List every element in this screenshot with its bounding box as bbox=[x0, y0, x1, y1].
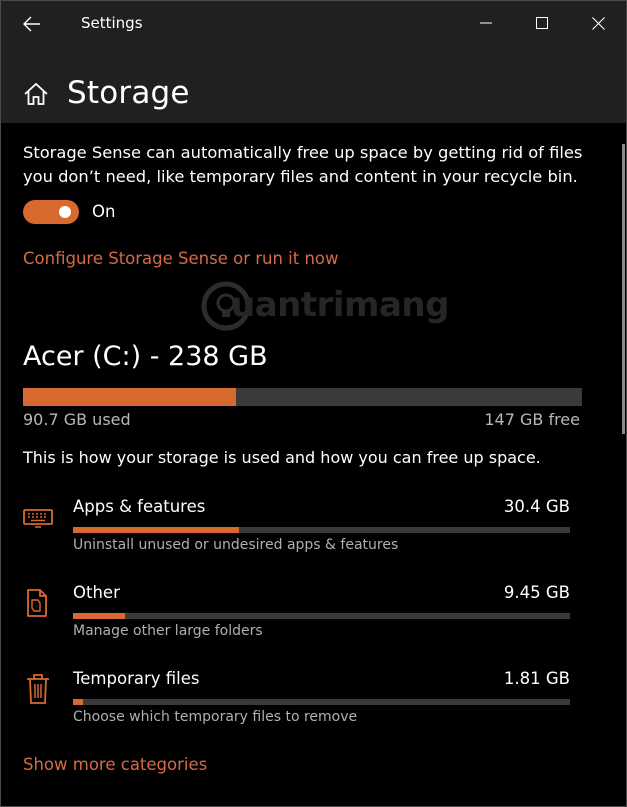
category-usage-bar bbox=[73, 527, 570, 533]
category-name: Other bbox=[73, 583, 120, 602]
drive-title: Acer (C:) - 238 GB bbox=[23, 341, 268, 372]
toggle-state-label: On bbox=[92, 202, 116, 221]
category-size: 1.81 GB bbox=[503, 669, 570, 688]
minimize-button[interactable] bbox=[458, 1, 514, 45]
category-usage-fill bbox=[73, 613, 125, 619]
minimize-icon bbox=[480, 22, 492, 24]
category-usage-fill bbox=[73, 699, 83, 705]
category-name: Temporary files bbox=[73, 669, 200, 688]
back-button[interactable] bbox=[17, 11, 47, 37]
category-name: Apps & features bbox=[73, 497, 206, 516]
home-icon bbox=[24, 82, 48, 105]
usage-intro: This is how your storage is used and how… bbox=[23, 448, 541, 467]
settings-window: Settings Storage Storage Sense can autom… bbox=[0, 0, 627, 807]
drive-usage-bar bbox=[23, 388, 582, 406]
folder-icon bbox=[27, 589, 47, 617]
category-usage-bar bbox=[73, 699, 570, 705]
drive-usage-fill bbox=[23, 388, 236, 406]
close-button[interactable] bbox=[570, 1, 626, 45]
title-bar: Settings bbox=[1, 1, 626, 47]
category-apps-features[interactable]: Apps & features 30.4 GB Uninstall unused… bbox=[1, 491, 626, 571]
storage-sense-description: Storage Sense can automatically free up … bbox=[23, 143, 583, 186]
drive-used-label: 90.7 GB used bbox=[23, 410, 131, 429]
category-size: 9.45 GB bbox=[503, 583, 570, 602]
storage-sense-toggle[interactable] bbox=[23, 200, 79, 224]
trash-icon bbox=[27, 674, 49, 704]
window-title: Settings bbox=[81, 14, 143, 32]
drive-free-label: 147 GB free bbox=[484, 410, 580, 429]
category-subtitle: Uninstall unused or undesired apps & fea… bbox=[73, 537, 399, 553]
page-header: Storage bbox=[1, 47, 626, 123]
configure-storage-sense-link[interactable]: Configure Storage Sense or run it now bbox=[23, 249, 339, 268]
page-title: Storage bbox=[67, 75, 190, 111]
category-temporary-files[interactable]: Temporary files 1.81 GB Choose which tem… bbox=[1, 663, 626, 743]
category-other[interactable]: Other 9.45 GB Manage other large folders bbox=[1, 577, 626, 657]
category-size: 30.4 GB bbox=[503, 497, 570, 516]
category-subtitle: Manage other large folders bbox=[73, 623, 263, 639]
keyboard-icon bbox=[23, 509, 53, 528]
toggle-knob bbox=[59, 206, 71, 218]
back-arrow-icon bbox=[23, 16, 40, 32]
maximize-icon bbox=[536, 17, 548, 29]
maximize-button[interactable] bbox=[514, 1, 570, 45]
category-subtitle: Choose which temporary files to remove bbox=[73, 709, 358, 725]
show-more-categories-link[interactable]: Show more categories bbox=[23, 755, 207, 774]
watermark-text: uantrimang bbox=[231, 285, 449, 325]
category-usage-fill bbox=[73, 527, 240, 533]
close-icon bbox=[591, 16, 605, 30]
scrollbar[interactable] bbox=[622, 144, 625, 434]
category-usage-bar bbox=[73, 613, 570, 619]
watermark-logo: uantrimang bbox=[201, 279, 449, 335]
